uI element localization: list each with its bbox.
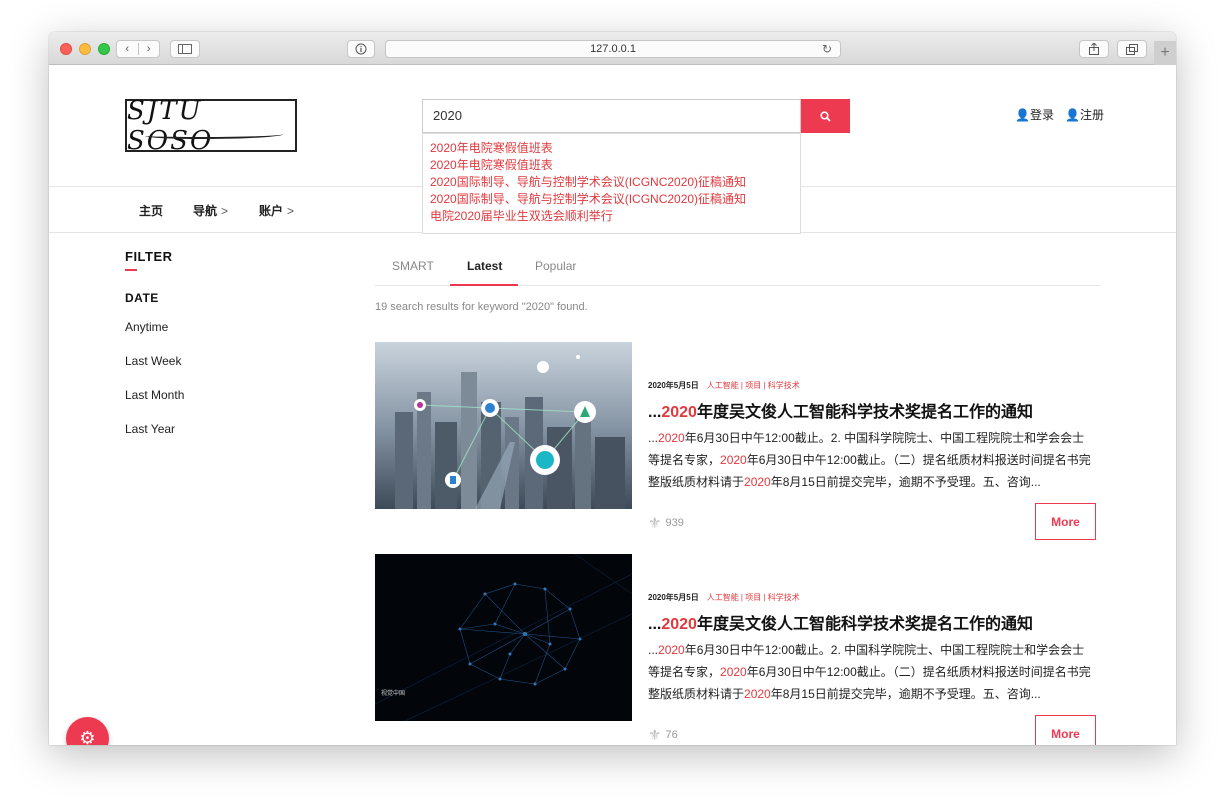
tab-latest[interactable]: Latest	[467, 259, 502, 273]
nav-account-label: 账户	[259, 204, 284, 218]
minimize-window-button[interactable]	[79, 43, 91, 55]
chevron-right-icon: >	[221, 204, 229, 218]
result-meta: 2020年5月5日 人工智能 | 项目 | 科学技术	[648, 592, 800, 603]
title-prefix: ...	[648, 404, 662, 421]
title-prefix: ...	[648, 616, 662, 633]
excerpt-highlight: 2020	[720, 665, 747, 679]
logo-text: SJTU SOSO	[127, 95, 214, 156]
gear-icon: ⚙	[79, 728, 96, 745]
filter-anytime[interactable]: Anytime	[125, 320, 168, 334]
sidebar-toggle-button[interactable]	[170, 40, 200, 58]
result-tags[interactable]: 人工智能 | 项目 | 科学技术	[707, 593, 800, 602]
title-rest: 年度吴文俊人工智能科学技术奖提名工作的通知	[696, 404, 1033, 421]
info-icon	[355, 43, 367, 55]
smart-city-image	[375, 342, 632, 509]
chevron-right-icon: >	[287, 204, 295, 218]
view-count: ⚜ 76	[648, 726, 678, 744]
view-count: ⚜ 939	[648, 514, 684, 532]
excerpt-highlight: 2020	[658, 431, 685, 445]
zoom-window-button[interactable]	[98, 43, 110, 55]
user-icon: 👤	[1015, 108, 1030, 122]
suggestion-item[interactable]: 2020年电院寒假值班表	[430, 157, 793, 174]
view-count-value: 76	[665, 729, 678, 741]
filter-heading: FILTER	[125, 249, 173, 264]
more-button[interactable]: More	[1035, 503, 1096, 540]
image-watermark: 视觉中国	[381, 691, 406, 697]
share-button[interactable]	[1079, 40, 1109, 58]
settings-fab[interactable]: ⚙	[66, 717, 109, 745]
search-input[interactable]: 2020	[422, 99, 801, 133]
suggestion-item[interactable]: 2020国际制导、导航与控制学术会议(ICGNC2020)征稿通知	[430, 174, 793, 191]
result-excerpt: ...2020年6月30日中午12:00截止。2. 中国科学院院士、中国工程院院…	[648, 639, 1095, 705]
search-icon	[820, 110, 831, 122]
browser-toolbar: ‹ › 127.0.0.1 ↻ +	[49, 32, 1176, 65]
back-button[interactable]: ‹	[117, 43, 139, 55]
close-window-button[interactable]	[60, 43, 72, 55]
excerpt-text: ...	[648, 431, 659, 445]
result-title[interactable]: ...2020年度吴文俊人工智能科学技术奖提名工作的通知	[648, 610, 1033, 634]
result-thumbnail[interactable]	[375, 342, 632, 509]
suggestion-item[interactable]: 电院2020届毕业生双选会顺利举行	[430, 208, 793, 225]
suggestion-item[interactable]: 2020国际制导、导航与控制学术会议(ICGNC2020)征稿通知	[430, 191, 793, 208]
ai-brain-image	[375, 554, 632, 721]
login-label: 登录	[1029, 108, 1054, 122]
nav-guide[interactable]: 导航 >	[193, 202, 228, 219]
view-count-value: 939	[665, 517, 684, 529]
search-button[interactable]	[801, 99, 850, 133]
suggestion-item[interactable]: 2020年电院寒假值班表	[430, 140, 793, 157]
tab-popular[interactable]: Popular	[535, 259, 576, 273]
history-nav: ‹ ›	[116, 40, 160, 58]
excerpt-text: 年8月15日前提交完毕，逾期不予受理。五、咨询...	[770, 687, 1041, 701]
result-count: 19 search results for keyword "2020" fou…	[375, 301, 588, 313]
new-tab-button[interactable]: +	[1154, 41, 1176, 65]
views-icon: ⚜	[648, 727, 662, 744]
address-bar[interactable]: 127.0.0.1 ↻	[385, 40, 841, 58]
active-tab-indicator	[450, 284, 518, 286]
page-content: SJTU SOSO 2020 2020年电院寒假值班表 2020年电院寒假值班表…	[49, 66, 1176, 745]
url-text: 127.0.0.1	[590, 43, 636, 55]
nav-account[interactable]: 账户 >	[259, 202, 294, 219]
filter-last-year[interactable]: Last Year	[125, 422, 175, 436]
result-title[interactable]: ...2020年度吴文俊人工智能科学技术奖提名工作的通知	[648, 398, 1033, 422]
search-suggestions: 2020年电院寒假值班表 2020年电院寒假值班表 2020国际制导、导航与控制…	[422, 133, 801, 234]
login-link[interactable]: 👤登录	[1015, 106, 1054, 123]
result-tags[interactable]: 人工智能 | 项目 | 科学技术	[707, 381, 800, 390]
site-logo[interactable]: SJTU SOSO	[125, 96, 297, 156]
excerpt-text: 年8月15日前提交完毕，逾期不予受理。五、咨询...	[770, 475, 1041, 489]
result-date: 2020年5月5日	[648, 381, 699, 390]
more-button[interactable]: More	[1035, 715, 1096, 745]
excerpt-highlight: 2020	[720, 453, 747, 467]
sidebar-icon	[178, 44, 192, 54]
excerpt-highlight: 2020	[744, 687, 771, 701]
nav-guide-label: 导航	[193, 204, 218, 218]
title-highlight: 2020	[661, 404, 697, 421]
excerpt-highlight: 2020	[744, 475, 771, 489]
filter-last-month[interactable]: Last Month	[125, 388, 184, 402]
tab-smart[interactable]: SMART	[392, 259, 434, 273]
share-icon	[1089, 43, 1099, 55]
nav-home[interactable]: 主页	[139, 202, 163, 219]
register-label: 注册	[1079, 108, 1104, 122]
filter-accent-bar	[125, 269, 137, 271]
tab-overview-button[interactable]	[1117, 40, 1147, 58]
date-heading: DATE	[125, 291, 159, 305]
nav-home-label: 主页	[139, 204, 164, 218]
forward-button[interactable]: ›	[139, 43, 160, 55]
views-icon: ⚜	[648, 515, 662, 532]
tabs-icon	[1126, 43, 1138, 55]
result-date: 2020年5月5日	[648, 593, 699, 602]
title-rest: 年度吴文俊人工智能科学技术奖提名工作的通知	[696, 616, 1033, 633]
browser-window: ‹ › 127.0.0.1 ↻ + SJTU SOSO 2020 2020年电院…	[49, 32, 1176, 745]
title-highlight: 2020	[661, 616, 697, 633]
site-info-button[interactable]	[347, 40, 375, 58]
reload-icon[interactable]: ↻	[822, 42, 832, 56]
filter-last-week[interactable]: Last Week	[125, 354, 181, 368]
excerpt-text: ...	[648, 643, 659, 657]
register-link[interactable]: 👤注册	[1065, 106, 1104, 123]
add-user-icon: 👤	[1065, 108, 1080, 122]
result-thumbnail[interactable]: 视觉中国	[375, 554, 632, 721]
excerpt-highlight: 2020	[658, 643, 685, 657]
result-excerpt: ...2020年6月30日中午12:00截止。2. 中国科学院院士、中国工程院院…	[648, 427, 1095, 493]
result-meta: 2020年5月5日 人工智能 | 项目 | 科学技术	[648, 380, 800, 391]
